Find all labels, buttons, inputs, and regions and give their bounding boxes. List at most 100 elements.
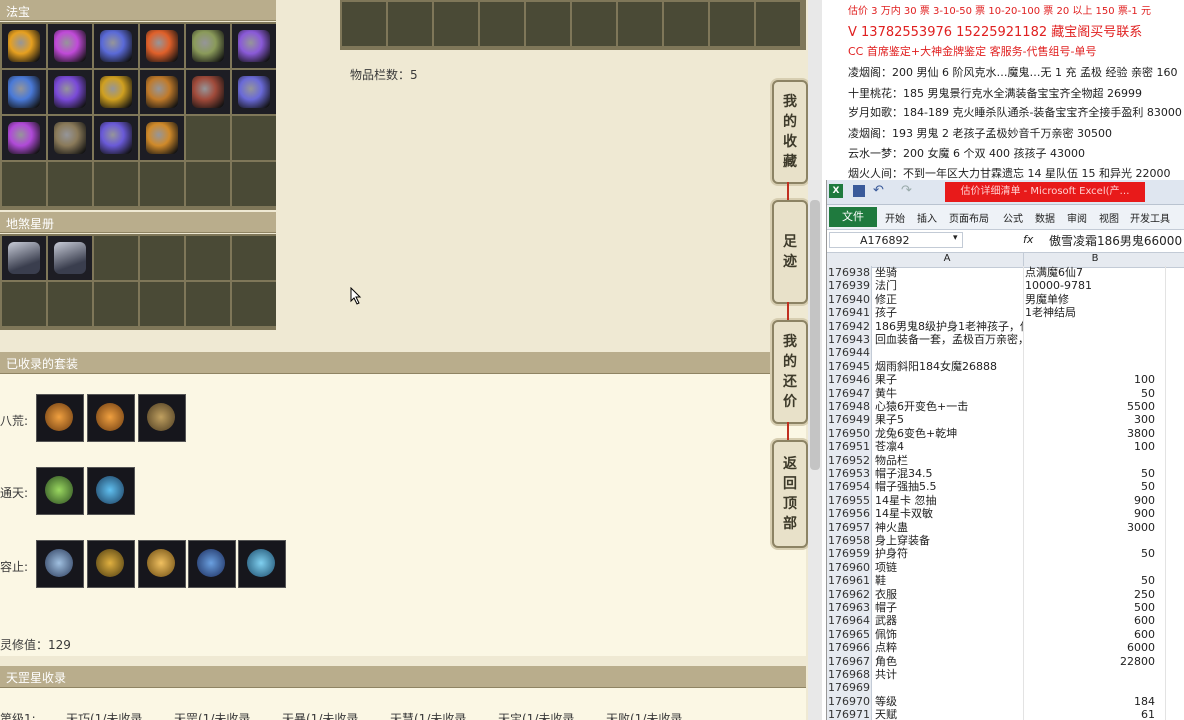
fabao-empty-slot[interactable]	[186, 162, 230, 206]
cell-a[interactable]: 心猿6开变色+一击	[875, 400, 1023, 413]
dishaxingce-item-slot[interactable]	[48, 236, 92, 280]
cell-b[interactable]: 100	[1025, 373, 1155, 386]
cell-b[interactable]: 22800	[1025, 655, 1155, 668]
table-row[interactable]: 176944	[827, 346, 1184, 360]
cell-a[interactable]: 帽子混34.5	[875, 467, 1023, 480]
set-item-weapon[interactable]	[87, 540, 135, 588]
cell-a[interactable]: 法门	[875, 279, 1023, 292]
set-item-crown[interactable]	[238, 540, 286, 588]
ribbon-tab[interactable]: 开发工具	[1130, 210, 1170, 225]
cell-b[interactable]: 点满魔6仙7	[1025, 266, 1155, 279]
dishaxingce-empty-slot[interactable]	[232, 236, 276, 280]
inventory-slot[interactable]	[388, 2, 432, 46]
cell-b[interactable]: 184	[1025, 695, 1155, 708]
ribbon-tab[interactable]: 审阅	[1067, 210, 1087, 225]
inventory-slot[interactable]	[756, 2, 800, 46]
table-row[interactable]: 176964 武器 600	[827, 614, 1184, 628]
cell-b[interactable]: 1老神结局	[1025, 306, 1155, 319]
back-to-top-button[interactable]: 返 回 顶 部	[772, 440, 808, 548]
dishaxingce-empty-slot[interactable]	[186, 282, 230, 326]
table-row[interactable]: 176955 14星卡 忽抽 900	[827, 493, 1184, 508]
cell-b[interactable]: 3800	[1025, 427, 1155, 440]
fabao-item-slot[interactable]	[186, 70, 230, 114]
table-row[interactable]: 176968 共计	[827, 668, 1184, 682]
fabao-item-slot[interactable]	[186, 24, 230, 68]
cell-b[interactable]: 50	[1025, 387, 1155, 400]
set-item-orb[interactable]	[87, 467, 135, 515]
fabao-item-slot[interactable]	[2, 116, 46, 160]
column-b-header[interactable]: B	[1025, 253, 1165, 267]
cell-a[interactable]: 共计	[875, 668, 1023, 681]
fabao-empty-slot[interactable]	[186, 116, 230, 160]
cell-b[interactable]: 男魔单修	[1025, 293, 1155, 306]
set-item-helmet[interactable]	[188, 540, 236, 588]
tiangang-entry[interactable]: 天暴(1/未收录	[282, 710, 358, 720]
save-icon[interactable]	[853, 185, 865, 197]
fabao-item-slot[interactable]	[140, 116, 184, 160]
set-item-bowl[interactable]	[138, 540, 186, 588]
ribbon-tab[interactable]: 数据	[1035, 210, 1055, 225]
file-tab[interactable]: 文件	[829, 207, 877, 227]
table-row[interactable]: 176958 身上穿装备	[827, 534, 1184, 548]
dishaxingce-empty-slot[interactable]	[94, 236, 138, 280]
tiangang-entry[interactable]: 天宝(1/未收录	[498, 710, 574, 720]
dishaxingce-empty-slot[interactable]	[232, 282, 276, 326]
cell-a[interactable]: 黄牛	[875, 387, 1023, 400]
fabao-empty-slot[interactable]	[232, 116, 276, 160]
table-row[interactable]: 176966 点粹 6000	[827, 641, 1184, 655]
fabao-item-slot[interactable]	[232, 70, 276, 114]
ribbon-tab[interactable]: 插入	[917, 210, 937, 225]
cell-b[interactable]: 100	[1025, 440, 1155, 453]
tiangang-entry[interactable]: 天败(1/未收录	[606, 710, 682, 720]
tiangang-entry[interactable]: 天巧(1/未收录	[66, 710, 142, 720]
inventory-slot[interactable]	[480, 2, 524, 46]
set-item-ring[interactable]	[87, 394, 135, 442]
ribbon-tab[interactable]: 公式	[1003, 210, 1023, 225]
fabao-item-slot[interactable]	[48, 70, 92, 114]
table-row[interactable]: 176963 帽子 500	[827, 601, 1184, 615]
cell-a[interactable]: 帽子强抽5.5	[875, 480, 1023, 493]
fabao-empty-slot[interactable]	[94, 162, 138, 206]
dishaxingce-empty-slot[interactable]	[140, 282, 184, 326]
table-row[interactable]: 176943回血装备一套，孟极百万亲密，装备宝宝齐全	[827, 333, 1184, 347]
table-row[interactable]: 176948 心猿6开变色+一击 5500	[827, 400, 1184, 414]
table-row[interactable]: 176940 修正 男魔单修	[827, 292, 1184, 307]
table-row[interactable]: 176970 等级 184	[827, 694, 1184, 709]
ribbon-tab[interactable]: 开始	[885, 210, 905, 225]
table-row[interactable]: 176960 项链	[827, 560, 1184, 575]
table-row[interactable]: 176947 黄牛 50	[827, 386, 1184, 400]
table-row[interactable]: 176945 烟雨斜阳184女魔26888	[827, 359, 1184, 374]
cell-a[interactable]: 帽子	[875, 601, 1023, 614]
table-row[interactable]: 176946 果子 100	[827, 373, 1184, 387]
cell-a[interactable]: 孩子	[875, 306, 1023, 319]
cell-a[interactable]: 衣服	[875, 588, 1023, 601]
cell-a[interactable]: 鞋	[875, 574, 1023, 587]
cell-a[interactable]: 龙兔6变色+乾坤	[875, 427, 1023, 440]
cell-b[interactable]: 50	[1025, 547, 1155, 560]
cell-b[interactable]: 500	[1025, 601, 1155, 614]
table-row[interactable]: 176939 法门 10000-9781	[827, 279, 1184, 293]
inventory-slot[interactable]	[618, 2, 662, 46]
cell-a[interactable]: 果子5	[875, 413, 1023, 426]
dishaxingce-empty-slot[interactable]	[48, 282, 92, 326]
fabao-item-slot[interactable]	[48, 116, 92, 160]
cell-a[interactable]: 坐骑	[875, 266, 1023, 279]
table-row[interactable]: 176962 衣服 250	[827, 587, 1184, 601]
fabao-item-slot[interactable]	[232, 24, 276, 68]
cell-a[interactable]: 角色	[875, 655, 1023, 668]
table-row[interactable]: 176951 苍凛4 100	[827, 440, 1184, 454]
ribbon-tab[interactable]: 视图	[1099, 210, 1119, 225]
inventory-slot[interactable]	[572, 2, 616, 46]
cell-b[interactable]: 600	[1025, 628, 1155, 641]
formula-input[interactable]: 傲雪凌霜186男鬼66000	[1049, 232, 1182, 249]
cell-a[interactable]: 等级	[875, 695, 1023, 708]
table-row[interactable]: 176961 鞋 50	[827, 574, 1184, 588]
cell-a[interactable]: 物品栏	[875, 454, 1023, 467]
cell-a[interactable]: 点粹	[875, 641, 1023, 654]
cell-a[interactable]: 护身符	[875, 547, 1023, 560]
inventory-slot[interactable]	[342, 2, 386, 46]
scrollbar-thumb[interactable]	[810, 200, 820, 470]
table-row[interactable]: 176949 果子5 300	[827, 413, 1184, 427]
cell-b[interactable]: 10000-9781	[1025, 279, 1155, 292]
cell-a[interactable]: 佩饰	[875, 628, 1023, 641]
